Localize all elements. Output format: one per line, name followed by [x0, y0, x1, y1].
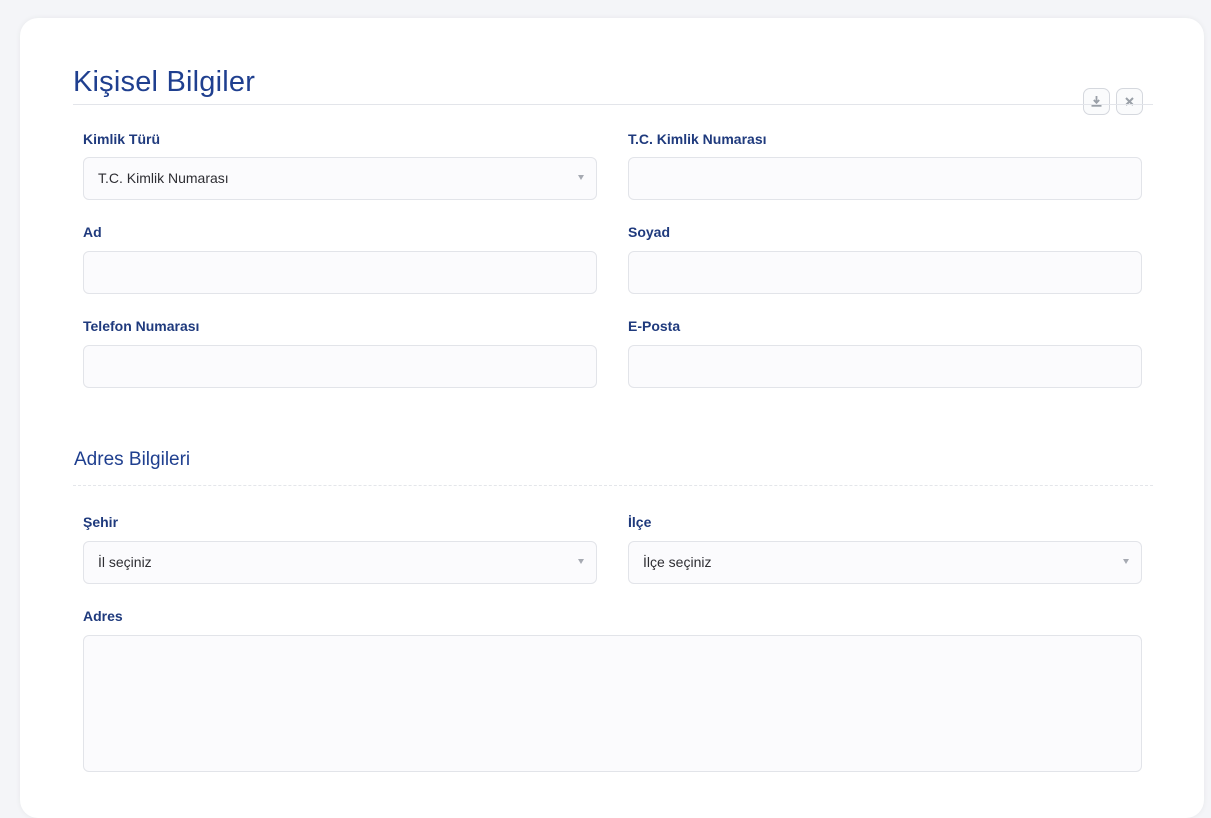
- close-button[interactable]: [1116, 88, 1143, 115]
- id-type-label: Kimlik Türü: [83, 131, 161, 147]
- address-label: Adres: [83, 608, 123, 624]
- id-type-value: T.C. Kimlik Numarası: [98, 170, 229, 186]
- close-icon: [1125, 97, 1134, 106]
- download-icon: [1091, 96, 1102, 107]
- city-label: Şehir: [83, 514, 119, 530]
- city-value: İl seçiniz: [98, 554, 152, 570]
- address-section-title: Adres Bilgileri: [74, 449, 191, 470]
- chevron-down-icon: [578, 559, 584, 564]
- last-name-input[interactable]: [628, 251, 1142, 294]
- email-input[interactable]: [628, 345, 1142, 388]
- phone-label: Telefon Numarası: [83, 318, 200, 334]
- title-divider: [73, 104, 1153, 105]
- address-section-divider: [73, 485, 1153, 486]
- first-name-label: Ad: [83, 224, 102, 240]
- district-select[interactable]: İlçe seçiniz: [628, 541, 1142, 584]
- id-type-select[interactable]: T.C. Kimlik Numarası: [83, 157, 597, 200]
- tc-number-input[interactable]: [628, 157, 1142, 200]
- phone-input[interactable]: [83, 345, 597, 388]
- download-button[interactable]: [1083, 88, 1110, 115]
- personal-info-card: Kişisel Bilgiler Kimlik Türü T.C. Kimlik…: [20, 18, 1204, 818]
- page-title: Kişisel Bilgiler: [73, 66, 256, 98]
- tc-number-label: T.C. Kimlik Numarası: [628, 131, 767, 147]
- chevron-down-icon: [1123, 559, 1129, 564]
- first-name-input[interactable]: [83, 251, 597, 294]
- address-textarea[interactable]: [83, 635, 1142, 772]
- last-name-label: Soyad: [628, 224, 671, 240]
- email-label: E-Posta: [628, 318, 681, 334]
- district-value: İlçe seçiniz: [643, 554, 712, 570]
- district-label: İlçe: [628, 514, 652, 530]
- city-select[interactable]: İl seçiniz: [83, 541, 597, 584]
- chevron-down-icon: [578, 175, 584, 180]
